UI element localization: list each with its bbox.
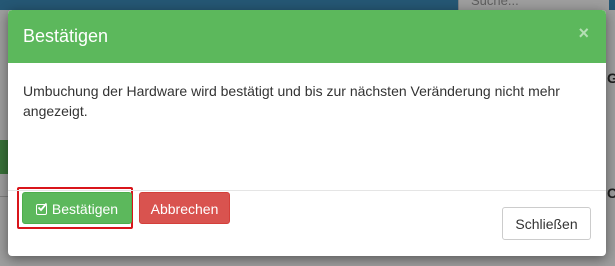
dialog-title: Bestätigen [23, 26, 109, 46]
close-icon[interactable]: × [578, 22, 589, 44]
confirm-dialog: Bestätigen × Umbuchung der Hardware wird… [8, 10, 606, 256]
close-button[interactable]: Schließen [502, 207, 591, 240]
dialog-body: Umbuchung der Hardware wird bestätigt un… [8, 63, 606, 229]
close-button-label: Schließen [515, 216, 578, 232]
dialog-message: Umbuchung der Hardware wird bestätigt un… [23, 83, 560, 119]
dialog-header: Bestätigen × [8, 10, 606, 63]
dialog-footer: Schließen [8, 190, 606, 256]
